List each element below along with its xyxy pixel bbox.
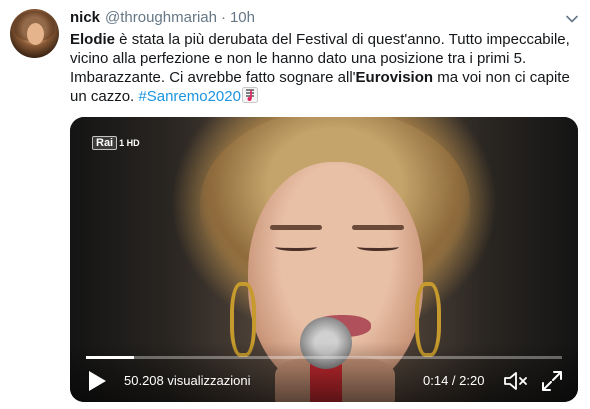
view-count: 50.208 visualizzazioni <box>124 373 251 388</box>
progress-fill <box>86 356 134 359</box>
video-duration: 0:14 / 2:20 <box>423 373 485 388</box>
video-subject-eye-left <box>275 243 317 251</box>
video-subject-brow-left <box>270 225 322 230</box>
channel-logo-rai: Rai <box>92 136 118 150</box>
mention-eurovision: Eurovision <box>355 69 434 86</box>
timestamp[interactable]: 10h <box>230 9 255 26</box>
chevron-down-icon[interactable] <box>565 12 579 26</box>
video-subject-brow-right <box>352 225 404 230</box>
progress-bar[interactable] <box>86 356 562 359</box>
tweet-header: nick @throughmariah · 10h <box>70 9 255 29</box>
avatar-face <box>27 23 44 45</box>
channel-logo: Rai 1 HD <box>92 135 140 151</box>
video-controls: 50.208 visualizzazioni 0:14 / 2:20 <box>70 342 578 402</box>
tweet: nick @throughmariah · 10h Elodie è stata… <box>0 0 590 409</box>
fullscreen-icon[interactable] <box>540 369 564 393</box>
hashtag-link[interactable]: #Sanremo2020 <box>138 88 241 105</box>
volume-muted-icon[interactable] <box>503 370 529 392</box>
video-player[interactable]: Rai 1 HD 50.208 visualizzazioni 0:14 / 2… <box>70 117 578 402</box>
video-subject-eye-right <box>357 243 399 251</box>
author-name[interactable]: nick <box>70 9 100 26</box>
channel-logo-number: 1 HD <box>119 138 140 148</box>
music-notes-emoji-icon <box>241 87 258 103</box>
tweet-text: Elodie è stata la più derubata del Festi… <box>70 30 575 106</box>
avatar[interactable] <box>10 9 59 58</box>
play-icon[interactable] <box>87 370 107 392</box>
separator: · <box>220 9 226 26</box>
author-handle[interactable]: @throughmariah <box>105 9 217 26</box>
mention-elodie: Elodie <box>70 31 116 48</box>
